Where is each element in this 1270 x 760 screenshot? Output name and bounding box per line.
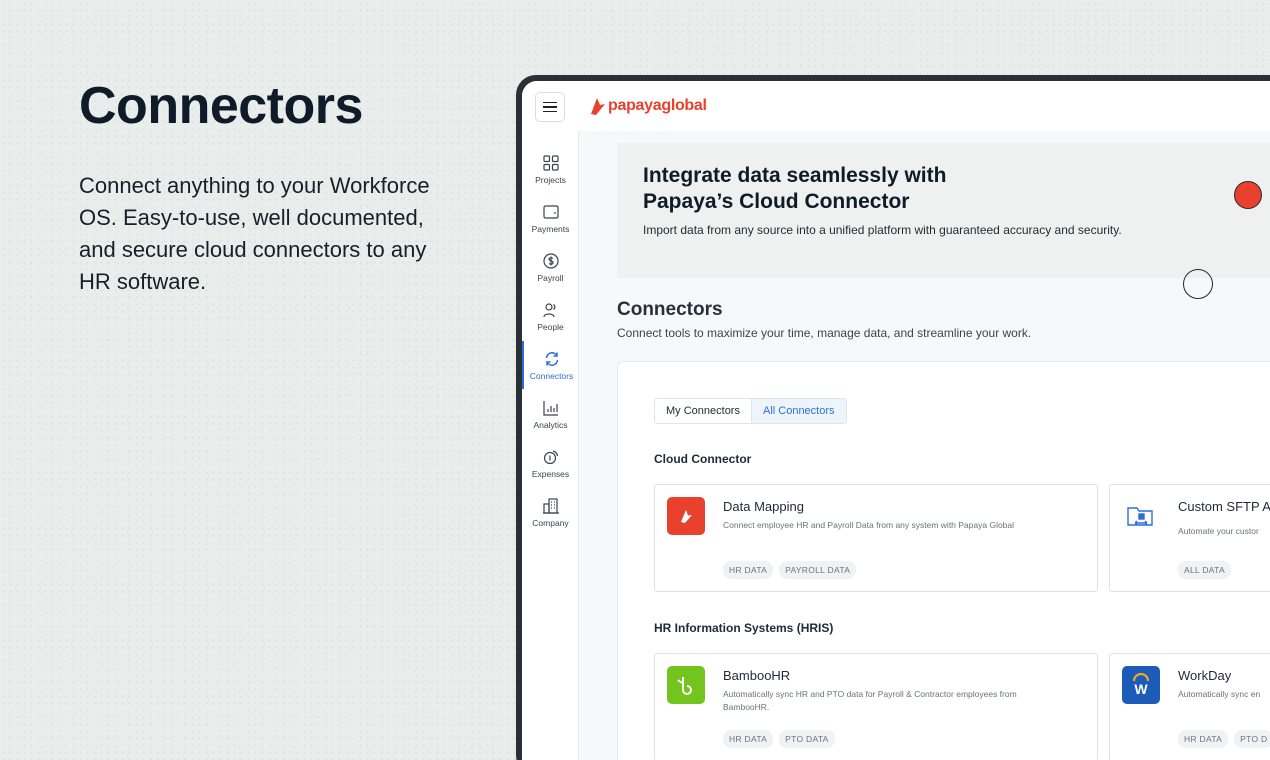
wallet-icon — [542, 204, 559, 219]
connector-card-data-mapping[interactable]: Data Mapping Connect employee HR and Pay… — [654, 484, 1098, 592]
connector-card-custom-sftp[interactable]: Custom SFTP Au Automate your custor ALL … — [1109, 484, 1270, 592]
sidebar-item-connectors[interactable]: Connectors — [522, 341, 579, 389]
card-description: Automate your custor — [1178, 526, 1259, 536]
banner-subtitle: Import data from any source into a unifi… — [643, 223, 1122, 237]
sidebar-item-label: Payments — [531, 223, 570, 234]
badge: ALL DATA — [1178, 561, 1231, 579]
data-mapping-logo-icon — [667, 497, 705, 535]
card-description: Automatically sync HR and PTO data for P… — [723, 689, 1017, 712]
sidebar: Projects Payments Payroll People Connect… — [522, 131, 579, 760]
sidebar-item-label: Projects — [535, 174, 566, 185]
badge: HR DATA — [723, 561, 774, 579]
papaya-logo[interactable]: papayaglobal — [588, 96, 707, 116]
sidebar-item-label: Expenses — [531, 468, 570, 479]
connector-card-bamboohr[interactable]: BambooHR Automatically sync HR and PTO d… — [654, 653, 1098, 760]
sidebar-item-label: People — [537, 321, 564, 332]
sidebar-item-expenses[interactable]: Expenses — [522, 439, 579, 487]
app-window-frame: papayaglobal Projects Payments Payroll P… — [516, 75, 1270, 760]
sidebar-item-analytics[interactable]: Analytics — [522, 390, 579, 438]
tab-all-connectors[interactable]: All Connectors — [750, 399, 846, 423]
workday-logo-icon: W — [1122, 666, 1160, 704]
card-title: Data Mapping — [723, 499, 804, 514]
card-badges: HR DATA PTO D — [1178, 730, 1270, 748]
sftp-folder-icon — [1122, 497, 1160, 535]
sidebar-item-label: Payroll — [537, 272, 564, 283]
sidebar-item-people[interactable]: People — [522, 292, 579, 340]
banner-decoration-dot — [1234, 181, 1262, 209]
connectors-panel: My Connectors All Connectors Cloud Conne… — [617, 361, 1270, 760]
sidebar-item-company[interactable]: Company — [522, 488, 579, 536]
main-content: Integrate data seamlessly with Papaya’s … — [579, 131, 1270, 760]
grid-icon — [542, 154, 559, 171]
banner-decoration-ring — [1183, 269, 1213, 299]
connectors-subtitle: Connect tools to maximize your time, man… — [617, 326, 1032, 340]
sync-icon — [545, 351, 558, 366]
hamburger-menu-button[interactable] — [535, 92, 565, 122]
promo-banner: Integrate data seamlessly with Papaya’s … — [617, 143, 1270, 299]
hero-title: Connectors — [79, 77, 363, 135]
card-description: Connect employee HR and Payroll Data fro… — [723, 520, 1015, 530]
connector-tabs: My Connectors All Connectors — [654, 398, 847, 424]
svg-text:W: W — [1134, 681, 1148, 697]
app-screen: papayaglobal Projects Payments Payroll P… — [522, 81, 1270, 760]
group-title-cloud-connector: Cloud Connector — [654, 452, 752, 466]
top-bar: papayaglobal — [522, 81, 1270, 131]
badge: HR DATA — [723, 730, 774, 748]
sidebar-item-projects[interactable]: Projects — [522, 145, 579, 193]
connectors-title: Connectors — [617, 299, 723, 320]
logo-text: papayaglobal — [608, 97, 707, 114]
sidebar-item-payments[interactable]: Payments — [522, 194, 579, 242]
sidebar-item-label: Connectors — [529, 370, 574, 381]
banner-title: Integrate data seamlessly with Papaya’s … — [643, 164, 947, 213]
coin-icon — [543, 449, 558, 464]
hero-description: Connect anything to your Workforce OS. E… — [79, 173, 430, 294]
card-title: WorkDay — [1178, 668, 1232, 683]
badge: PTO D — [1234, 730, 1270, 748]
sidebar-item-label: Company — [532, 517, 569, 528]
badge: PAYROLL DATA — [779, 561, 857, 579]
badge: PTO DATA — [779, 730, 835, 748]
sidebar-item-payroll[interactable]: Payroll — [522, 243, 579, 291]
badge: HR DATA — [1178, 730, 1229, 748]
card-badges: ALL DATA — [1178, 561, 1231, 579]
building-icon — [542, 497, 559, 514]
card-title: Custom SFTP Au — [1178, 499, 1270, 514]
papaya-logo-icon — [591, 98, 605, 115]
card-badges: HR DATA PTO DATA — [723, 730, 835, 748]
sidebar-item-label: Analytics — [533, 419, 568, 430]
card-badges: HR DATA PAYROLL DATA — [723, 561, 857, 579]
bamboohr-logo-icon — [667, 666, 705, 704]
group-title-hris: HR Information Systems (HRIS) — [654, 621, 834, 635]
card-title: BambooHR — [723, 668, 791, 683]
connector-card-workday[interactable]: W WorkDay Automatically sync en HR DATA … — [1109, 653, 1270, 760]
tab-my-connectors[interactable]: My Connectors — [655, 399, 751, 423]
bar-chart-icon — [542, 400, 558, 416]
people-icon — [542, 302, 555, 317]
dollar-circle-icon — [542, 252, 559, 269]
card-description: Automatically sync en — [1178, 689, 1261, 699]
